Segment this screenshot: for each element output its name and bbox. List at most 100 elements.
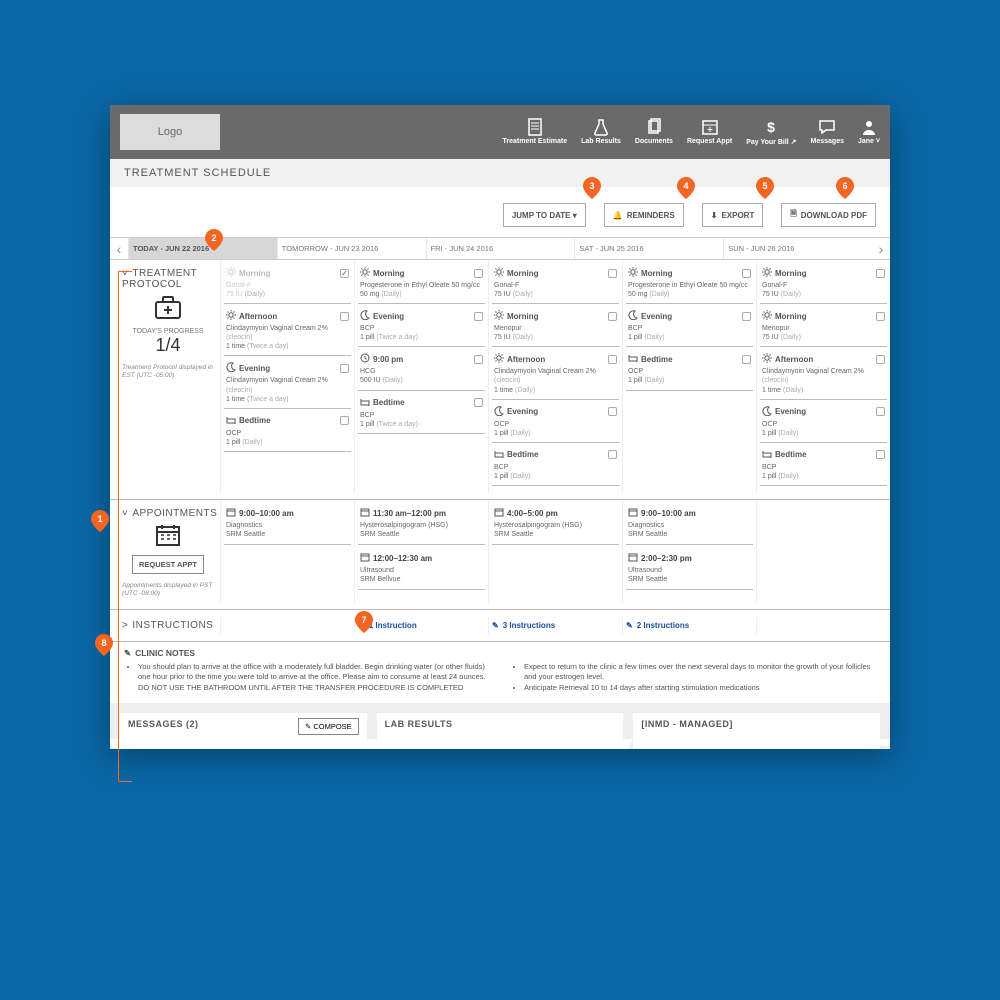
svg-text:5: 5 — [762, 181, 767, 191]
checkbox-icon[interactable] — [876, 312, 885, 321]
instruction-day-column — [220, 617, 354, 634]
nav-calendar-plus[interactable]: Request Appt — [687, 118, 732, 146]
card-time: Afternoon — [494, 353, 617, 365]
compose-button[interactable]: ✎ COMPOSE — [298, 718, 359, 735]
nav-chat[interactable]: Messages — [811, 118, 844, 146]
checkbox-icon[interactable]: ✓ — [340, 269, 349, 278]
appointments-section-title[interactable]: APPOINTMENTS — [122, 508, 214, 519]
nav-label: Messages — [811, 138, 844, 145]
card-time: Morning — [360, 267, 483, 279]
nav-label: Documents — [635, 138, 673, 145]
nav-flask[interactable]: Lab Results — [581, 118, 621, 146]
checkbox-icon[interactable] — [876, 269, 885, 278]
appointment-columns: 9:00–10:00 am DiagnosticsSRM Seattle 11:… — [220, 500, 890, 603]
svg-text:8: 8 — [101, 638, 106, 648]
clinic-notes-section: 8 ✎ CLINIC NOTES You should plan to arri… — [110, 642, 890, 704]
card-body: Gonal-F75 IU (Daily) — [226, 281, 349, 299]
jump-to-date-button[interactable]: JUMP TO DATE ▾ — [503, 203, 586, 227]
checkbox-icon[interactable] — [474, 312, 483, 321]
prev-day-button[interactable]: ‹ — [110, 241, 128, 257]
svg-text:2: 2 — [211, 233, 216, 243]
card-body: Menopur75 IU (Daily) — [762, 324, 885, 342]
request-appt-button[interactable]: REQUEST APPT — [132, 555, 204, 574]
time-icon — [762, 406, 772, 418]
protocol-section-title[interactable]: TREATMENT PROTOCOL — [122, 268, 214, 290]
checkbox-icon[interactable] — [474, 269, 483, 278]
calendar-small-icon — [226, 507, 236, 519]
checkbox-icon[interactable] — [608, 450, 617, 459]
nav-doc[interactable]: Treatment Estimate — [503, 118, 568, 146]
medication-card: Morning✓ Gonal-F75 IU (Daily) — [224, 264, 351, 304]
appointment-card[interactable]: 12:00–12:30 am UltrasoundSRM Bellvue — [358, 549, 485, 590]
checkbox-icon[interactable] — [876, 407, 885, 416]
lab-results-title: LAB RESULTS — [385, 719, 616, 729]
clinic-notes-right: Expect to return to the clinic a few tim… — [510, 662, 876, 694]
medication-card: Afternoon Clindaymyoin Vaginal Cream 2% … — [224, 307, 351, 356]
checkbox-icon[interactable] — [876, 355, 885, 364]
download-pdf-button[interactable]: 🗎 DOWNLOAD PDF — [781, 203, 876, 227]
edit-icon: ✎ — [626, 621, 633, 630]
card-time: Morning✓ — [226, 267, 349, 279]
time-icon — [762, 353, 772, 365]
checkbox-icon[interactable] — [608, 269, 617, 278]
checkbox-icon[interactable] — [742, 312, 751, 321]
instructions-section: INSTRUCTIONS 7 ✎1 Instruction ✎3 Instruc… — [110, 610, 890, 642]
checkbox-icon[interactable] — [742, 355, 751, 364]
checkbox-icon[interactable] — [340, 416, 349, 425]
nav-dollar[interactable]: $Pay Your Bill ↗ — [746, 118, 796, 146]
instruction-day-column: ✎1 Instruction — [354, 617, 488, 634]
checkbox-icon[interactable] — [340, 364, 349, 373]
instructions-section-title[interactable]: INSTRUCTIONS — [122, 620, 214, 631]
checkbox-icon[interactable] — [608, 312, 617, 321]
medication-card: Morning Gonal-F75 IU (Daily) — [492, 264, 619, 304]
svg-text:6: 6 — [842, 181, 847, 191]
checkbox-icon[interactable] — [742, 269, 751, 278]
clinic-note-item: You should plan to arrive at the office … — [138, 662, 490, 694]
checkbox-icon[interactable] — [474, 355, 483, 364]
checkbox-icon[interactable] — [340, 312, 349, 321]
checkbox-icon[interactable] — [608, 355, 617, 364]
card-time: Bedtime — [360, 397, 483, 409]
day-header[interactable]: SUN - JUN 26 2016 — [723, 238, 872, 259]
appointment-card[interactable]: 2:00–2:30 pm UltrasoundSRM Seattle — [626, 549, 753, 590]
reminders-button[interactable]: 🔔 REMINDERS — [604, 203, 684, 227]
appt-time: 4:00–5:00 pm — [494, 507, 617, 519]
appointment-card[interactable]: 4:00–5:00 pm Hysterosalpingogram (HSG)SR… — [492, 504, 619, 545]
nav-label: Treatment Estimate — [503, 138, 568, 145]
instruction-link[interactable]: ✎2 Instructions — [626, 621, 753, 630]
day-header[interactable]: SAT - JUN 25 2016 — [574, 238, 723, 259]
instructions-side: INSTRUCTIONS — [110, 616, 220, 635]
edit-icon: ✎ — [124, 648, 131, 659]
instruction-link[interactable]: ✎3 Instructions — [492, 621, 619, 630]
day-header[interactable]: FRI - JUN 24 2016 — [426, 238, 575, 259]
svg-text:$: $ — [767, 119, 775, 135]
calendar-small-icon — [360, 552, 370, 564]
card-body: HCG500 IU (Daily) — [360, 367, 483, 385]
card-time: Evening — [360, 310, 483, 322]
next-day-button[interactable]: › — [872, 241, 890, 257]
instruction-day-column: ✎2 Instructions — [622, 617, 756, 634]
card-body: Gonal-F75 IU (Daily) — [494, 281, 617, 299]
appointments-section: APPOINTMENTS REQUEST APPT Appointments d… — [110, 500, 890, 610]
appointment-card[interactable]: 9:00–10:00 am DiagnosticsSRM Seattle — [626, 504, 753, 545]
checkbox-icon[interactable] — [608, 407, 617, 416]
medication-card: Morning Menopur75 IU (Daily) — [760, 307, 887, 347]
day-header[interactable]: TOMORROW - JUN 23 2016 — [277, 238, 426, 259]
nav-user[interactable]: Jane ˅ — [858, 118, 880, 146]
export-button[interactable]: ⬇ EXPORT — [702, 203, 764, 227]
day-header[interactable]: TODAY - JUN 22 2016 — [128, 238, 277, 259]
card-body: Gonal-F75 IU (Daily) — [762, 281, 885, 299]
instruction-link[interactable]: ✎1 Instruction — [358, 621, 485, 630]
appointment-day-column: 11:30 am–12:00 pm Hysterosalpingogram (H… — [354, 500, 488, 603]
nav-files[interactable]: Documents — [635, 118, 673, 146]
card-body: OCP1 pill (Daily) — [494, 420, 617, 438]
torn-edge — [110, 739, 890, 749]
date-strip: 2 ‹ TODAY - JUN 22 2016TOMORROW - JUN 23… — [110, 237, 890, 260]
checkbox-icon[interactable] — [876, 450, 885, 459]
appt-time: 9:00–10:00 am — [226, 507, 349, 519]
instruction-columns: 7 ✎1 Instruction ✎3 Instructions ✎2 Inst… — [220, 617, 890, 634]
appointment-card[interactable]: 9:00–10:00 am DiagnosticsSRM Seattle — [224, 504, 351, 545]
appointment-card[interactable]: 11:30 am–12:00 pm Hysterosalpingogram (H… — [358, 504, 485, 545]
checkbox-icon[interactable] — [474, 398, 483, 407]
appt-body: UltrasoundSRM Seattle — [628, 566, 751, 584]
